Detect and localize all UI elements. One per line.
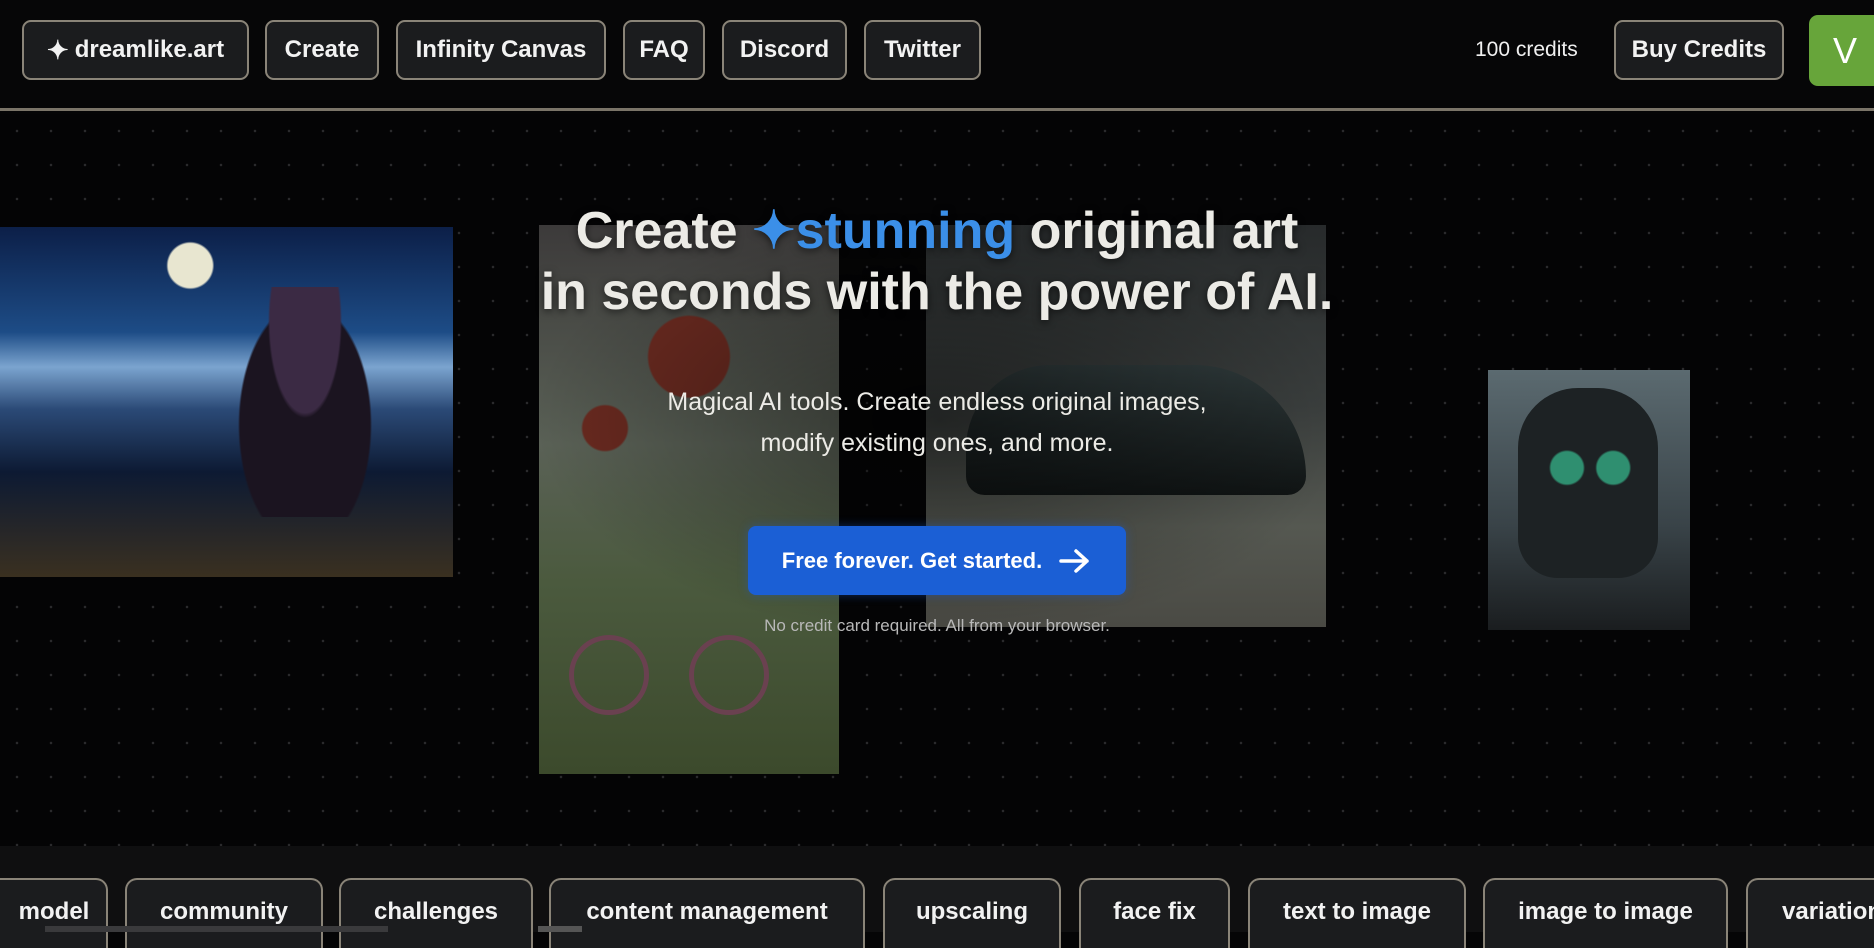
logo-button[interactable]: ✦ dreamlike.art [22,20,249,80]
tag-model[interactable]: model [0,878,108,948]
avatar[interactable]: V [1809,15,1874,86]
nav-faq[interactable]: FAQ [623,20,705,80]
nav-discord[interactable]: Discord [722,20,847,80]
tag-image-to-image[interactable]: image to image [1483,878,1728,948]
tag-variation[interactable]: variation [1746,878,1874,948]
sparkle-icon: ✦ [752,202,796,260]
hero-title-line1: Create ✦stunning original art [575,202,1299,260]
get-started-button[interactable]: Free forever. Get started. [748,526,1126,595]
hero-subtitle: Magical AI tools. Create endless origina… [667,388,1207,457]
tag-content-management[interactable]: content management [549,878,865,948]
credits-count: 100 credits [1475,38,1578,61]
sparkle-icon: ✦ [46,34,69,65]
top-nav: ✦ dreamlike.art Create Infinity Canvas FA… [0,0,1874,111]
tag-community[interactable]: community [125,878,323,948]
arrow-right-icon [1059,548,1089,573]
hero-title-line2: in seconds with the power of AI. [540,263,1334,321]
tag-text-to-image[interactable]: text to image [1248,878,1466,948]
scrollbar-track[interactable] [45,926,388,932]
tag-challenges[interactable]: challenges [339,878,533,948]
nav-create[interactable]: Create [265,20,379,80]
tag-face-fix[interactable]: face fix [1079,878,1230,948]
tag-upscaling[interactable]: upscaling [883,878,1061,948]
hero-note: No credit card required. All from your b… [764,616,1110,635]
buy-credits-button[interactable]: Buy Credits [1614,20,1784,80]
nav-infinity-canvas[interactable]: Infinity Canvas [396,20,606,80]
scrollbar-thumb[interactable] [538,926,582,932]
nav-twitter[interactable]: Twitter [864,20,981,80]
